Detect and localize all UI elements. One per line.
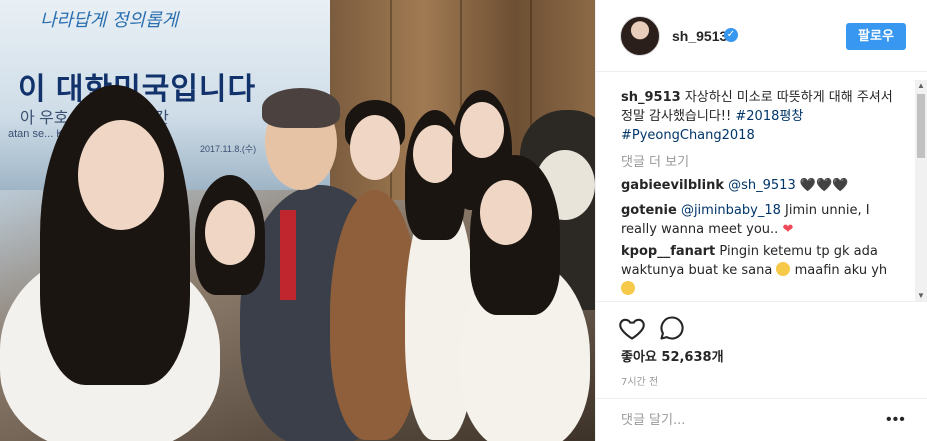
comment-text-2: maafin aku yh — [794, 263, 888, 278]
hashtag-link[interactable]: #2018평창 — [735, 109, 803, 124]
list-item: kpop__fanart Pingin ketemu tp gk ada wak… — [621, 242, 901, 299]
avatar[interactable] — [620, 16, 660, 56]
post-side-panel: sh_9513 ✓ 팔로우 sh_9513 자상하신 미소로 따뜻하게 대해 주… — [595, 0, 927, 441]
verified-badge-icon: ✓ — [724, 28, 738, 42]
banner-script-text: 나라답게 정의롭게 — [40, 10, 179, 31]
comments-list: sh_9513 자상하신 미소로 따뜻하게 대해 주셔서 정말 감사했습니다!!… — [596, 72, 927, 302]
comment-bubble-icon[interactable] — [658, 314, 686, 342]
more-comments-link[interactable]: 댓글 더 보기 — [621, 151, 689, 170]
likes-count[interactable]: 좋아요 52,638개 — [621, 346, 724, 365]
person-center-hair — [262, 88, 340, 128]
comments-scrollbar[interactable]: ▲ ▼ — [915, 80, 927, 301]
crying-face-emoji-icon — [621, 281, 635, 295]
scroll-thumb[interactable] — [917, 94, 925, 158]
crying-face-emoji-icon — [776, 262, 791, 276]
heart-icon[interactable] — [618, 314, 646, 342]
scroll-up-arrow-icon[interactable]: ▲ — [915, 80, 927, 92]
person-left-face — [78, 120, 164, 230]
person-short-face — [205, 200, 255, 265]
follow-button[interactable]: 팔로우 — [846, 23, 906, 50]
list-item: gabieevilblink @sh_9513 🖤🖤🖤 — [621, 176, 901, 195]
add-comment-bar: ••• — [596, 398, 927, 441]
person-older-face — [350, 115, 400, 180]
scroll-down-arrow-icon[interactable]: ▼ — [915, 290, 927, 301]
post-timestamp[interactable]: 7시간 전 — [621, 373, 658, 388]
comment-username[interactable]: kpop__fanart — [621, 244, 715, 259]
caption: sh_9513 자상하신 미소로 따뜻하게 대해 주셔서 정말 감사했습니다!!… — [621, 88, 901, 145]
banner-date-text: 2017.11.8.(수) — [200, 144, 257, 154]
list-item: gotenie @jiminbaby_18 Jimin unnie, I rea… — [621, 201, 901, 239]
caption-username[interactable]: sh_9513 — [621, 90, 681, 105]
comment-text: 🖤🖤🖤 — [799, 178, 849, 193]
post-photo[interactable]: 나라답게 정의롭게 이 대한민국입니다 아 우호 ... 위한 동포간 atan… — [0, 0, 595, 441]
more-options-icon[interactable]: ••• — [886, 411, 906, 429]
post-username[interactable]: sh_9513 — [672, 28, 727, 44]
hashtag-link[interactable]: #PyeongChang2018 — [621, 128, 755, 143]
comment-username[interactable]: gabieevilblink — [621, 178, 724, 193]
add-comment-input[interactable] — [621, 409, 881, 431]
comment-mention[interactable]: @jiminbaby_18 — [681, 203, 781, 218]
post-header: sh_9513 ✓ 팔로우 — [596, 0, 927, 72]
person-right3-face — [480, 180, 532, 245]
comment-mention[interactable]: @sh_9513 — [728, 178, 796, 193]
person-right2-face — [460, 102, 504, 158]
comment-username[interactable]: gotenie — [621, 203, 677, 218]
person-right1-face — [413, 125, 457, 183]
heart-emoji-icon: ❤ — [782, 222, 794, 237]
person-center-tie — [280, 210, 296, 300]
